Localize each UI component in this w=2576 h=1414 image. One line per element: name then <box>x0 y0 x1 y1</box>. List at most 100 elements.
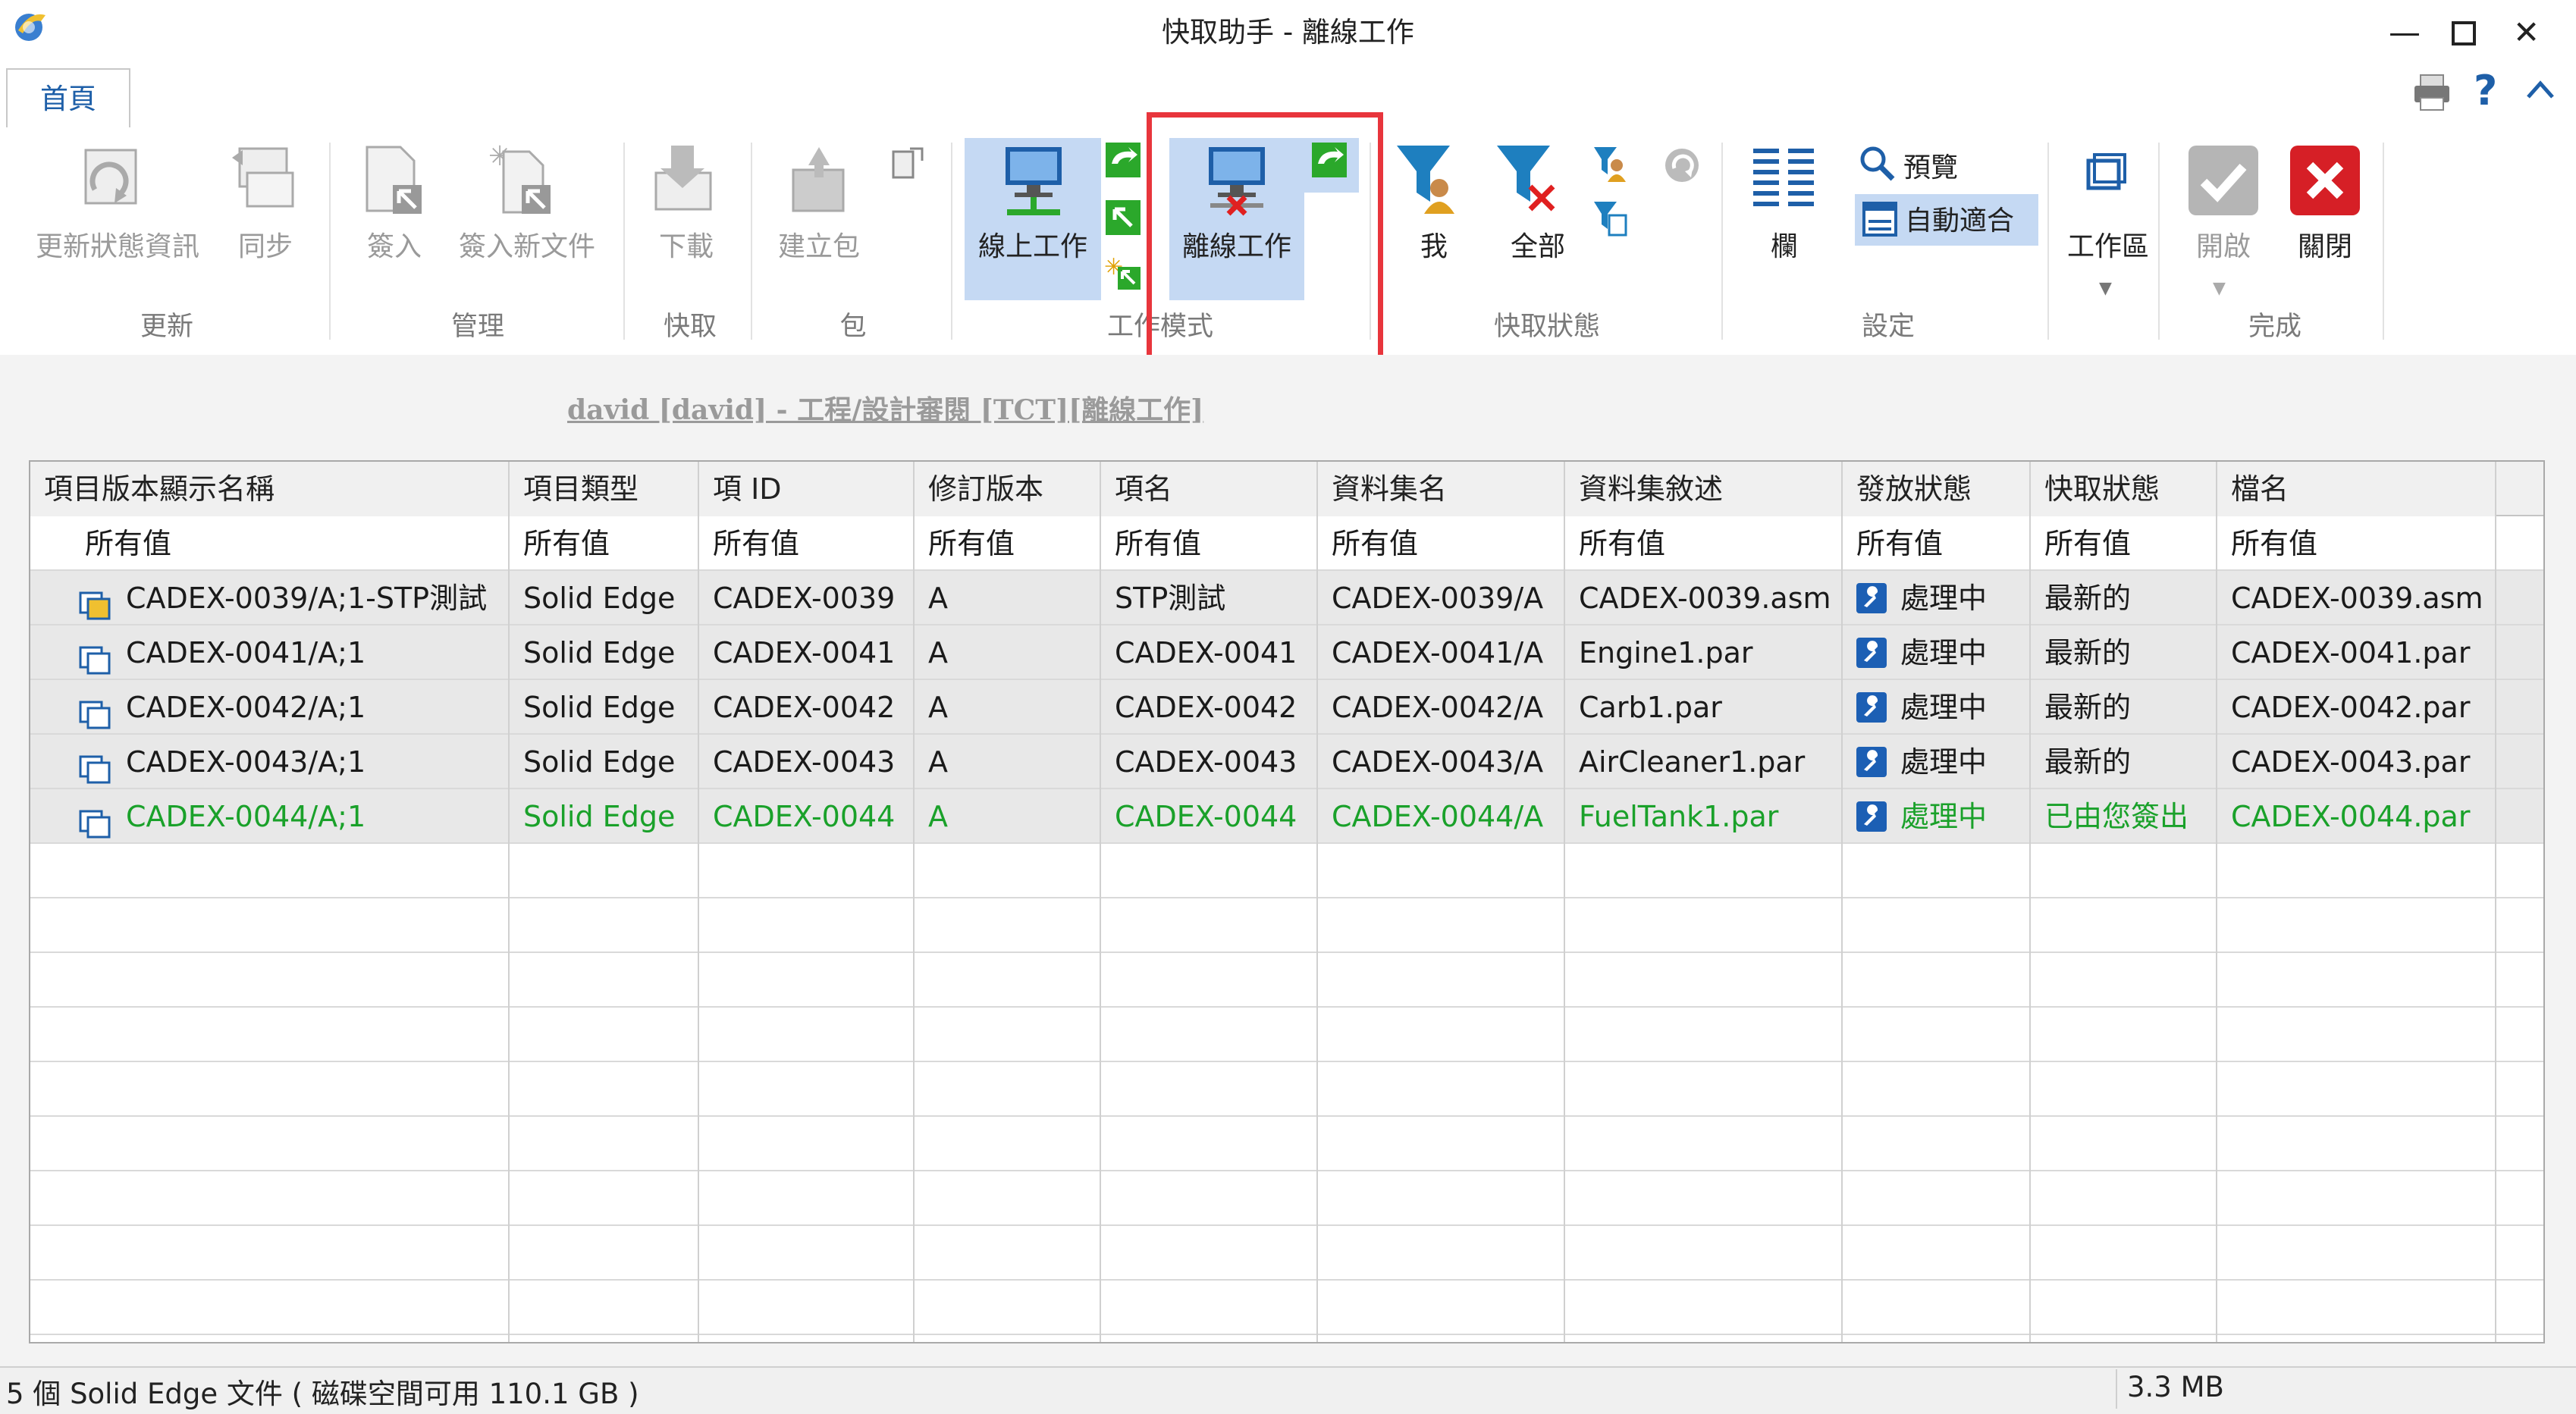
workspace-button[interactable]: 工作區 <box>2055 224 2161 264</box>
column-filter[interactable]: 所有值 <box>2217 516 2496 571</box>
column-header[interactable]: 資料集敘述 <box>1565 462 1843 516</box>
workspace-dropdown-icon[interactable]: ▼ <box>2099 279 2112 298</box>
table-row[interactable]: CADEX-0043/A;1 Solid Edge CADEX-0043 A CADEX… <box>30 735 2543 789</box>
starburst-green-icon[interactable]: ✳ <box>1104 253 1142 294</box>
column-filter[interactable]: 所有值 <box>2031 516 2217 571</box>
minimize-button[interactable]: — <box>2389 14 2421 51</box>
filter-me-button[interactable]: 我 <box>1392 224 1476 264</box>
empty-cell <box>30 1335 510 1342</box>
empty-cell <box>2217 1062 2496 1117</box>
cell-dataset-name: CADEX-0039/A <box>1318 571 1565 625</box>
wrench-status-icon <box>1856 637 1887 668</box>
cell-revision: A <box>915 789 1101 844</box>
maximize-button[interactable] <box>2451 17 2477 54</box>
check-in-new-button[interactable]: 簽入新文件 <box>447 224 607 264</box>
empty-cell <box>30 1117 510 1171</box>
empty-cell <box>915 898 1101 953</box>
table-row[interactable]: CADEX-0042/A;1 Solid Edge CADEX-0042 A CADEX… <box>30 680 2543 735</box>
column-header[interactable]: 項名 <box>1101 462 1318 516</box>
update-status-button[interactable]: 更新狀態資訊 <box>23 224 212 264</box>
empty-row <box>30 953 2543 1008</box>
empty-cell <box>1101 1171 1318 1226</box>
online-button[interactable]: 線上工作 <box>965 224 1101 264</box>
table-row[interactable]: CADEX-0041/A;1 Solid Edge CADEX-0041 A CADEX… <box>30 625 2543 680</box>
empty-cell <box>30 1062 510 1117</box>
cell-text: Solid Edge <box>523 745 676 779</box>
table-row[interactable]: CADEX-0039/A;1-STP測試 Solid Edge CADEX-0039… <box>30 571 2543 625</box>
help-icon[interactable]: ? <box>2474 67 2497 114</box>
column-header[interactable]: 檔名 <box>2217 462 2496 516</box>
cell-cache-status: 最新的 <box>2031 571 2217 625</box>
empty-cell <box>699 1281 915 1335</box>
empty-cell <box>915 1117 1101 1171</box>
column-filter[interactable]: 所有值 <box>915 516 1101 571</box>
filter-doc-small-icon[interactable] <box>1591 199 1629 240</box>
item-revision-icon <box>79 638 111 674</box>
separator <box>2383 143 2384 340</box>
columns-button[interactable]: 欄 <box>1750 224 1818 264</box>
check-in-button[interactable]: 簽入 <box>356 224 432 264</box>
column-header[interactable]: 項目版本顯示名稱 <box>30 462 510 516</box>
column-filter[interactable]: 所有值 <box>30 516 510 571</box>
empty-cell <box>1565 1008 1843 1062</box>
close-window-button[interactable]: ✕ <box>2513 14 2540 51</box>
open-dropdown-icon[interactable]: ▼ <box>2213 279 2226 298</box>
download-icon <box>648 143 724 221</box>
sync-button[interactable]: 同步 <box>227 224 303 264</box>
auto-fit-button[interactable]: 自動適合 <box>1905 199 2014 238</box>
empty-cell <box>510 953 699 1008</box>
cell-text: 處理中 <box>1900 636 1988 669</box>
empty-cell <box>2031 1008 2217 1062</box>
cell-item-name: CADEX-0043 <box>1101 735 1318 789</box>
open-button[interactable]: 開啟 <box>2179 224 2267 264</box>
column-header[interactable]: 項 ID <box>699 462 915 516</box>
empty-cell <box>1565 898 1843 953</box>
column-filter[interactable]: 所有值 <box>1843 516 2031 571</box>
download-button[interactable]: 下載 <box>648 224 724 264</box>
column-header[interactable]: 發放狀態 <box>1843 462 2031 516</box>
empty-cell <box>1843 953 2031 1008</box>
preview-button[interactable]: 預覽 <box>1903 146 1958 185</box>
empty-cell <box>1101 844 1318 898</box>
empty-cell <box>2217 844 2496 898</box>
column-header[interactable]: 快取狀態 <box>2031 462 2217 516</box>
auto-fit-icon <box>1859 199 1900 243</box>
empty-cell <box>510 844 699 898</box>
sync-green-icon[interactable] <box>1104 141 1142 182</box>
cell-text: CADEX-0039.asm <box>2231 582 2483 615</box>
item-revision-icon <box>79 583 111 619</box>
table-row[interactable]: CADEX-0044/A;1 Solid Edge CADEX-0044 A CADEX… <box>30 789 2543 844</box>
expand-green-icon[interactable] <box>1104 199 1142 240</box>
empty-cell <box>1843 1281 2031 1335</box>
create-package-button[interactable]: 建立包 <box>762 224 876 264</box>
cell-item-name: STP測試 <box>1101 571 1318 625</box>
tab-home[interactable]: 首頁 <box>6 68 130 129</box>
filter-all-icon <box>1492 141 1565 220</box>
collapse-ribbon-icon[interactable] <box>2524 76 2557 106</box>
cell-text: A <box>928 582 948 615</box>
empty-cell <box>699 898 915 953</box>
refresh-icon[interactable] <box>1662 146 1702 188</box>
close-button[interactable]: 關閉 <box>2281 224 2369 264</box>
column-header[interactable]: 資料集名 <box>1318 462 1565 516</box>
filter-all-button[interactable]: 全部 <box>1485 224 1591 264</box>
filter-user-small-icon[interactable] <box>1591 144 1629 185</box>
empty-cell <box>1843 1117 2031 1171</box>
package-small-icon[interactable] <box>889 144 928 187</box>
column-filter[interactable]: 所有值 <box>510 516 699 571</box>
column-filter[interactable]: 所有值 <box>1101 516 1318 571</box>
column-header[interactable]: 項目類型 <box>510 462 699 516</box>
cell-text: 最新的 <box>2044 582 2132 615</box>
empty-cell <box>30 1226 510 1281</box>
empty-cell <box>1565 844 1843 898</box>
column-filter[interactable]: 所有值 <box>1565 516 1843 571</box>
empty-cell <box>1843 1171 2031 1226</box>
cell-text: 處理中 <box>1900 745 1988 779</box>
context-link[interactable]: david [david] - 工程/設計審閱 [TCT][離線工作] <box>567 388 1203 428</box>
column-filter[interactable]: 所有值 <box>699 516 915 571</box>
print-icon[interactable] <box>2411 72 2452 116</box>
column-filter[interactable]: 所有值 <box>1318 516 1565 571</box>
column-header[interactable]: 修訂版本 <box>915 462 1101 516</box>
update-status-icon <box>72 143 148 221</box>
empty-cell <box>915 1281 1101 1335</box>
